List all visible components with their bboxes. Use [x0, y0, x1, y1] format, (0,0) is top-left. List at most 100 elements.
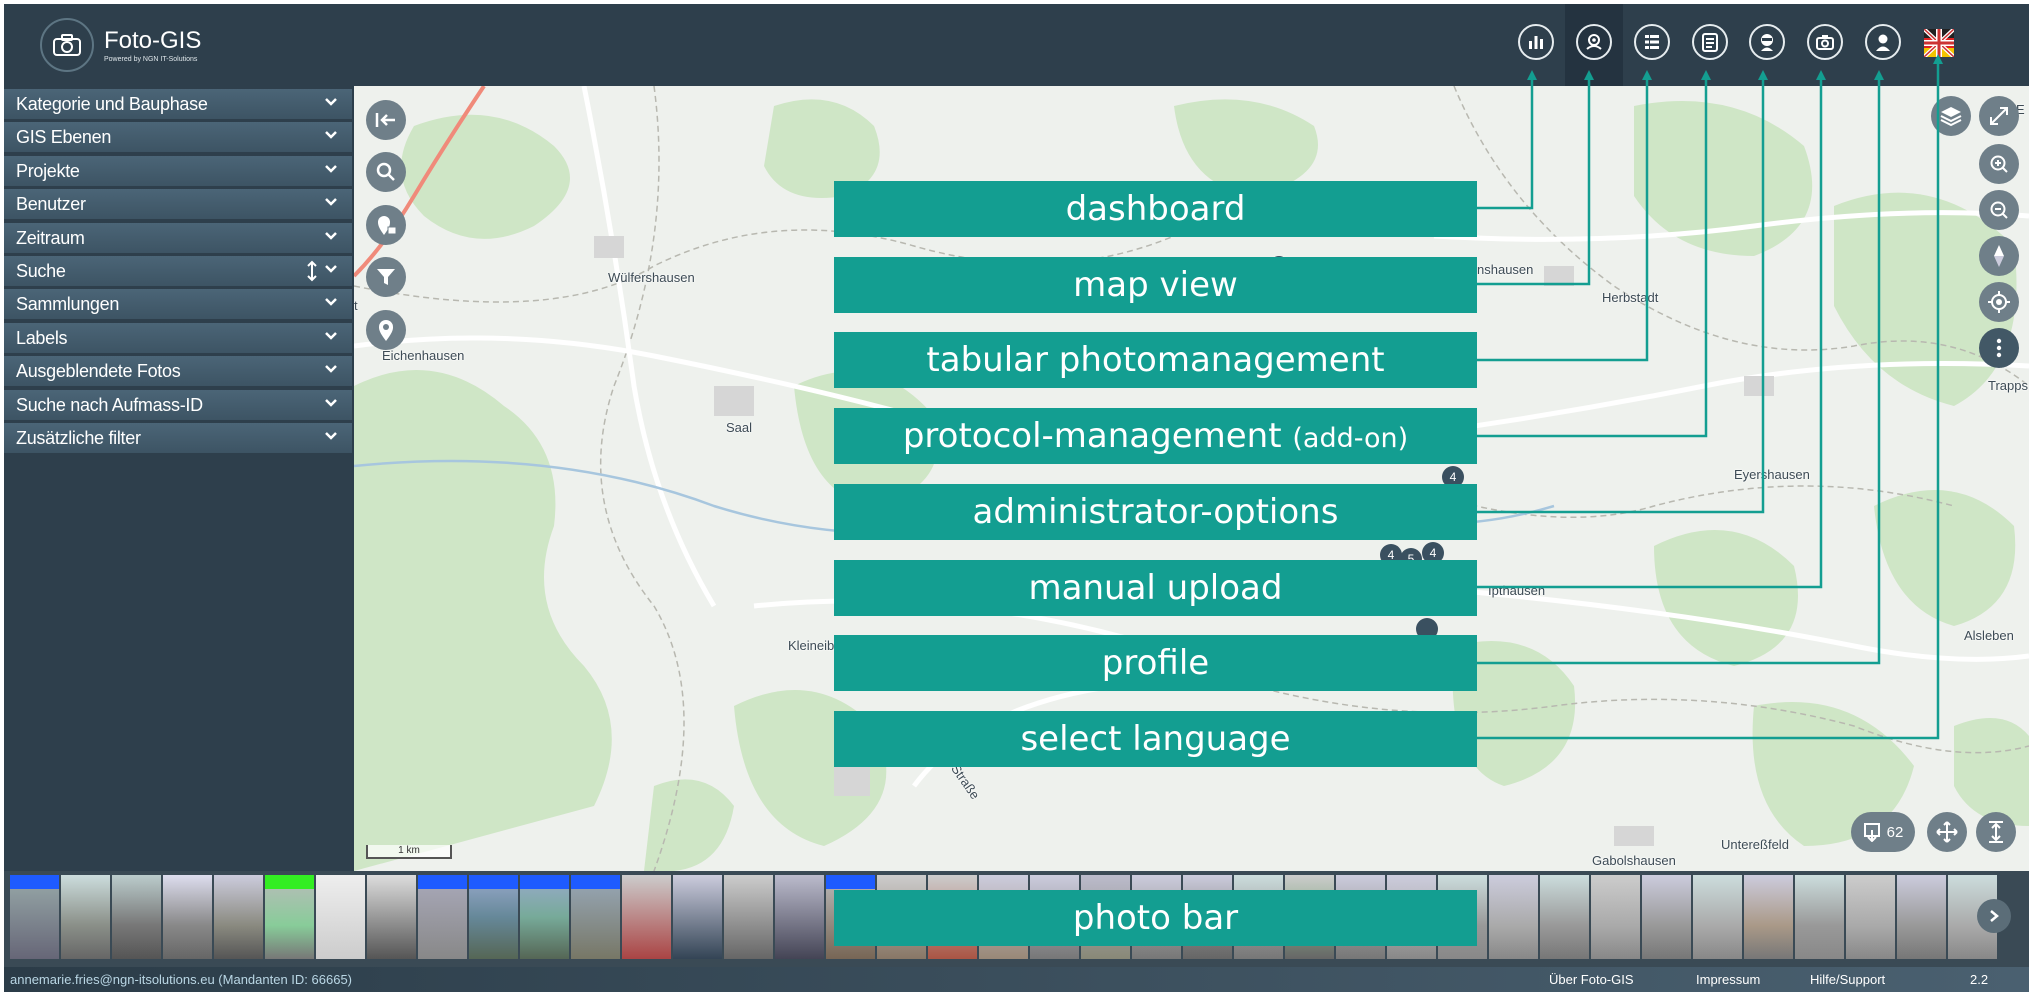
- sidebar-item-gis-ebenen[interactable]: GIS Ebenen: [4, 122, 352, 153]
- sidebar-item-label: Projekte: [16, 160, 80, 181]
- callout-map-view: map view: [834, 257, 1477, 313]
- callout-protocol-suffix: (add-on): [1292, 423, 1409, 454]
- sidebar-item-label: Suche: [16, 260, 66, 281]
- photo-thumbnail[interactable]: [1591, 875, 1640, 959]
- about-link[interactable]: Über Foto-GIS: [1549, 972, 1634, 987]
- zoom-out-icon: [1990, 201, 2008, 219]
- filter-funnel-icon: [377, 269, 395, 285]
- camera-logo-icon: [40, 18, 94, 72]
- sidebar-item-ausgeblendete-fotos[interactable]: Ausgeblendete Fotos: [4, 356, 352, 387]
- map-marker-icon: [379, 320, 393, 341]
- place-label: Kleineib: [788, 638, 835, 653]
- collapse-sidebar-button[interactable]: [366, 100, 406, 140]
- map-view-icon[interactable]: [1576, 24, 1612, 60]
- move-arrows-icon: [1936, 821, 1958, 843]
- more-options-button[interactable]: [1979, 328, 2019, 368]
- upload-camera-icon[interactable]: [1807, 24, 1843, 60]
- photo-thumbnail[interactable]: [61, 875, 110, 959]
- move-button[interactable]: [1927, 812, 1967, 852]
- arrow-left-bar-icon: [375, 113, 395, 127]
- sidebar-item-label: Benutzer: [16, 194, 86, 215]
- language-flag-icon[interactable]: [1922, 27, 1956, 59]
- chevron-down-icon: [325, 231, 337, 240]
- chevron-down-icon: [325, 398, 337, 407]
- sidebar-item-zusaetzliche-filter[interactable]: Zusätzliche filter: [4, 422, 352, 453]
- help-support-link[interactable]: Hilfe/Support: [1810, 972, 1885, 987]
- photo-thumbnail[interactable]: [1897, 875, 1946, 959]
- callout-profile: profile: [834, 635, 1477, 691]
- photo-thumbnail[interactable]: [775, 875, 824, 959]
- sidebar-item-label: Suche nach Aufmass-ID: [16, 394, 203, 415]
- photo-thumbnail[interactable]: [1642, 875, 1691, 959]
- callout-admin: administrator-options: [834, 484, 1477, 540]
- sidebar-item-kategorie[interactable]: Kategorie und Bauphase: [4, 89, 352, 119]
- sidebar-item-aufmass-id[interactable]: Suche nach Aufmass-ID: [4, 389, 352, 420]
- zoom-in-button[interactable]: [1979, 144, 2019, 184]
- location-filter-button[interactable]: [366, 205, 406, 245]
- height-button[interactable]: [1976, 812, 2016, 852]
- search-button[interactable]: [366, 152, 406, 192]
- protocol-icon[interactable]: [1692, 24, 1728, 60]
- compass-button[interactable]: [1979, 236, 2019, 276]
- photo-thumbnail[interactable]: [1795, 875, 1844, 959]
- photo-thumbnail[interactable]: [367, 875, 416, 959]
- profile-icon[interactable]: [1865, 24, 1901, 60]
- photo-thumbnail[interactable]: [469, 875, 518, 959]
- layers-button[interactable]: [1931, 96, 1971, 136]
- location-lock-icon: [378, 216, 397, 235]
- administrator-icon[interactable]: [1749, 24, 1785, 60]
- app-title: Foto-GIS: [104, 26, 202, 54]
- photo-thumbnail[interactable]: [1540, 875, 1589, 959]
- search-icon: [376, 162, 395, 181]
- photo-thumbnail[interactable]: [1489, 875, 1538, 959]
- sidebar-item-labels[interactable]: Labels: [4, 322, 352, 353]
- vertical-arrows-icon: [1989, 821, 2003, 843]
- place-label: t: [354, 298, 358, 313]
- photo-thumbnail[interactable]: [112, 875, 161, 959]
- dashboard-icon[interactable]: [1518, 24, 1554, 60]
- sidebar-item-benutzer[interactable]: Benutzer: [4, 189, 352, 220]
- photo-thumbnail[interactable]: [316, 875, 365, 959]
- sidebar-item-sammlungen[interactable]: Sammlungen: [4, 289, 352, 320]
- zoom-out-button[interactable]: [1979, 190, 2019, 230]
- photo-thumbnail[interactable]: [1846, 875, 1895, 959]
- more-vertical-icon: [1996, 338, 2002, 358]
- app-subtitle: Powered by NGN IT-Solutions: [104, 55, 198, 63]
- photo-thumbnail[interactable]: [1744, 875, 1793, 959]
- marker-button[interactable]: [366, 310, 406, 350]
- resize-vertical-icon[interactable]: [307, 260, 317, 282]
- photo-thumbnail[interactable]: [1693, 875, 1742, 959]
- photo-thumbnail[interactable]: [520, 875, 569, 959]
- locate-me-button[interactable]: [1979, 282, 2019, 322]
- place-label: nshausen: [1477, 262, 1534, 277]
- chevron-down-icon: [325, 365, 337, 373]
- callout-upload: manual upload: [834, 560, 1477, 616]
- photo-count-button[interactable]: 62: [1851, 812, 1915, 852]
- photo-thumbnail[interactable]: [622, 875, 671, 959]
- filter-sidebar: Kategorie und Bauphase GIS Ebenen Projek…: [4, 86, 352, 871]
- app-logo[interactable]: Foto-GIS Powered by NGN IT-Solutions: [40, 18, 201, 72]
- tabular-list-icon[interactable]: [1634, 24, 1670, 60]
- top-header: Foto-GIS Powered by NGN IT-Solutions: [4, 4, 2029, 86]
- photo-thumbnail[interactable]: [724, 875, 773, 959]
- sidebar-item-suche[interactable]: Suche: [4, 255, 352, 286]
- chevron-down-icon: [325, 298, 337, 307]
- photo-thumbnail[interactable]: [265, 875, 314, 959]
- photo-thumbnail[interactable]: [571, 875, 620, 959]
- sidebar-item-label: GIS Ebenen: [16, 127, 112, 148]
- sidebar-item-zeitraum[interactable]: Zeitraum: [4, 222, 352, 253]
- fullscreen-button[interactable]: [1979, 96, 2019, 136]
- photo-thumbnail[interactable]: [214, 875, 263, 959]
- filter-button[interactable]: [366, 257, 406, 297]
- imprint-link[interactable]: Impressum: [1696, 972, 1760, 987]
- photo-thumbnail[interactable]: [10, 875, 59, 959]
- photo-thumbnail[interactable]: [418, 875, 467, 959]
- photo-bar-next-button[interactable]: [1977, 899, 2011, 933]
- photo-thumbnail[interactable]: [163, 875, 212, 959]
- photo-thumbnail[interactable]: [673, 875, 722, 959]
- footer-bar: annemarie.fries@ngn-itsolutions.eu (Mand…: [4, 967, 2029, 992]
- sidebar-item-projekte[interactable]: Projekte: [4, 155, 352, 186]
- user-info: annemarie.fries@ngn-itsolutions.eu (Mand…: [10, 972, 352, 987]
- place-label: Alsleben: [1964, 628, 2014, 643]
- place-label: Saal: [726, 420, 753, 435]
